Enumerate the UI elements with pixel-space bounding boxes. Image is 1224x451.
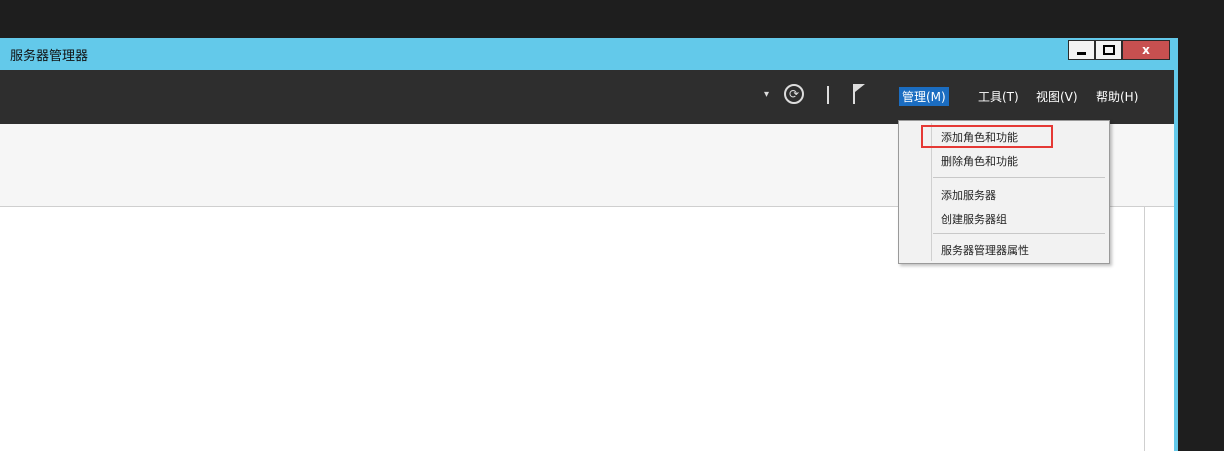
menu-view[interactable]: 视图(V) [1036,88,1078,105]
panel-border [1144,206,1145,451]
title-bar: 服务器管理器 x [0,38,1178,70]
window-title: 服务器管理器 [10,49,89,64]
menu-separator [933,233,1105,234]
desktop-background [0,0,1224,38]
manage-dropdown-menu: 添加角色和功能 删除角色和功能 添加服务器 创建服务器组 服务器管理器属性 [898,120,1110,264]
flag-icon[interactable] [852,83,866,108]
desktop-background-right [1178,0,1224,451]
close-icon: x [1142,43,1150,57]
menu-separator [933,177,1105,178]
menu-item-add-server[interactable]: 添加服务器 [941,187,996,203]
menu-item-create-server-group[interactable]: 创建服务器组 [941,211,1007,227]
toolbar-separator [827,86,829,104]
maximize-button[interactable] [1095,40,1122,60]
menu-help[interactable]: 帮助(H) [1096,88,1138,105]
menu-tools[interactable]: 工具(T) [978,88,1019,105]
close-button[interactable]: x [1122,40,1170,60]
minimize-icon [1077,51,1086,55]
menu-item-add-roles-features[interactable]: 添加角色和功能 [941,129,1018,145]
minimize-button[interactable] [1068,40,1095,60]
menu-item-server-manager-properties[interactable]: 服务器管理器属性 [941,242,1029,258]
refresh-icon[interactable]: ⟳ [784,84,804,104]
toolbar: ▾ ⟳ 管理(M) 工具(T) 视图(V) 帮助(H) [0,70,1174,124]
menu-item-remove-roles-features[interactable]: 删除角色和功能 [941,153,1018,169]
menu-manage[interactable]: 管理(M) [899,87,949,106]
maximize-icon [1102,45,1115,55]
chevron-down-icon[interactable]: ▾ [764,89,769,100]
